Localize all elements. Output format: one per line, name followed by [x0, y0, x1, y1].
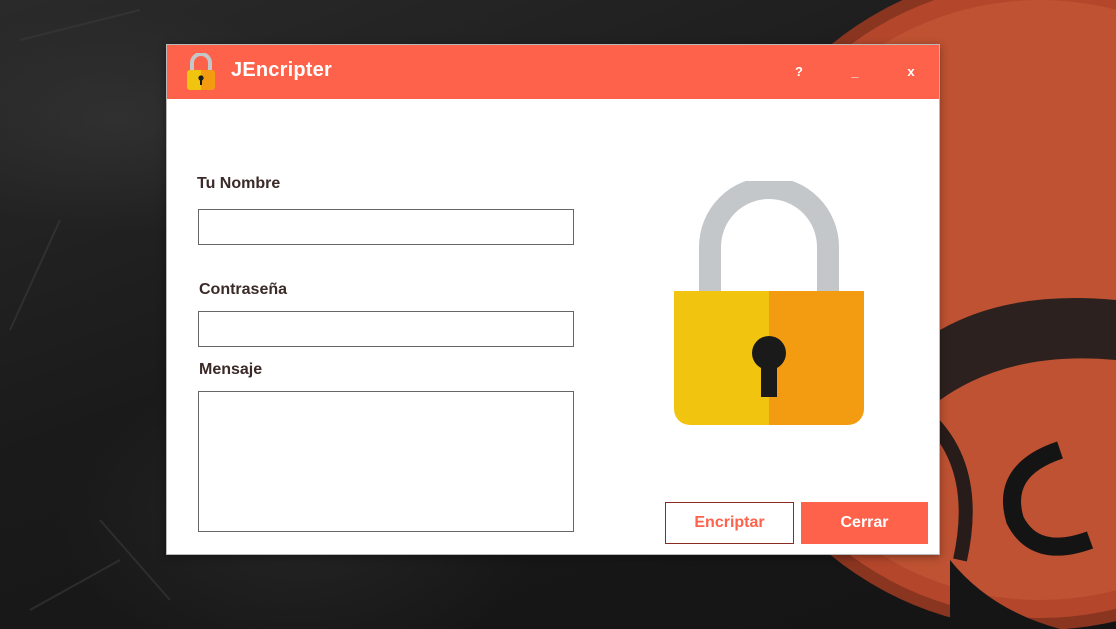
padlock-illustration-icon	[674, 181, 864, 425]
password-label: Contraseña	[199, 281, 288, 298]
message-textarea[interactable]	[198, 391, 574, 532]
name-label: Tu Nombre	[197, 175, 281, 192]
name-input[interactable]	[198, 209, 574, 245]
app-window: JEncripter ? _ x Tu Nombre Contraseña Me…	[166, 44, 940, 555]
window-title: JEncripter	[231, 59, 332, 81]
minimize-button[interactable]: _	[841, 63, 869, 81]
help-button[interactable]: ?	[785, 63, 813, 81]
close-button[interactable]: Cerrar	[801, 502, 928, 544]
message-label: Mensaje	[199, 361, 263, 378]
password-input[interactable]	[198, 311, 574, 347]
title-bar[interactable]: JEncripter ? _ x	[167, 45, 939, 99]
close-window-button[interactable]: x	[897, 63, 925, 81]
padlock-icon	[187, 53, 215, 90]
encrypt-button[interactable]: Encriptar	[665, 502, 794, 544]
